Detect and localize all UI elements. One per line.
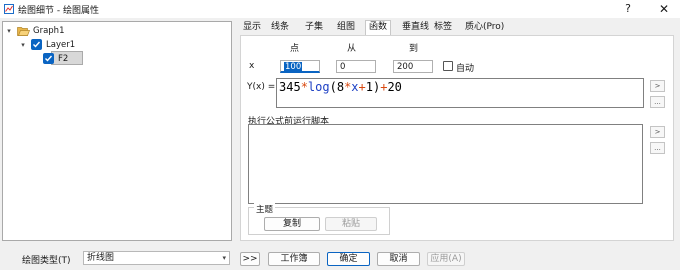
tab-group[interactable]: 组图 bbox=[334, 21, 358, 35]
tree-item-graph1[interactable]: ▾ Graph1 bbox=[5, 24, 125, 38]
tab-display[interactable]: 显示 bbox=[240, 21, 264, 35]
theme-label: 主题 bbox=[254, 203, 276, 215]
plot-tree[interactable]: ▾ Graph1 ▾ Layer1 F2 bbox=[2, 21, 232, 241]
tab-centroid[interactable]: 质心(Pro) bbox=[462, 21, 507, 35]
tree-item-layer1[interactable]: ▾ Layer1 bbox=[19, 38, 139, 52]
collapse-icon[interactable]: ▾ bbox=[19, 41, 27, 49]
formula-more-button[interactable]: > bbox=[650, 80, 665, 92]
tab-function[interactable]: 函数 bbox=[365, 20, 392, 35]
to-input[interactable]: 200 bbox=[393, 60, 433, 73]
close-button[interactable]: ✕ bbox=[656, 1, 672, 17]
tree-item-label: Graph1 bbox=[33, 26, 65, 36]
plot-type-label: 绘图类型(T) bbox=[22, 256, 71, 266]
tab-strip: 显示 线条 子集 组图 函数 垂直线 标签 质心(Pro) bbox=[240, 20, 674, 35]
formula-options-button[interactable]: ... bbox=[650, 96, 665, 108]
formula-editor[interactable]: 345*log(8*x+1)+20 bbox=[276, 78, 644, 108]
from-input[interactable]: 0 bbox=[336, 60, 376, 73]
tab-line[interactable]: 线条 bbox=[268, 21, 292, 35]
checkbox-checked-icon[interactable] bbox=[43, 53, 54, 64]
app-icon bbox=[4, 4, 14, 14]
tree-item-label: Layer1 bbox=[46, 40, 76, 50]
tree-item-label: F2 bbox=[58, 54, 69, 64]
formula-part: (8 bbox=[329, 80, 345, 94]
y-label: Y(x) = bbox=[247, 82, 276, 92]
auto-label: 自动 bbox=[456, 64, 475, 74]
script-more-button[interactable]: > bbox=[650, 126, 665, 138]
cancel-button[interactable]: 取消 bbox=[377, 252, 420, 266]
formula-op: + bbox=[358, 80, 366, 94]
to-header: 到 bbox=[409, 44, 419, 54]
formula-part: 1) bbox=[365, 80, 381, 94]
checkbox-checked-icon[interactable] bbox=[31, 39, 42, 50]
copy-button[interactable]: 复制 bbox=[264, 217, 320, 231]
collapse-icon[interactable]: ▾ bbox=[5, 27, 13, 35]
apply-button[interactable]: 应用(A) bbox=[427, 252, 465, 266]
plot-type-value: 折线图 bbox=[87, 253, 115, 263]
workbook-button[interactable]: 工作簿 bbox=[268, 252, 320, 266]
formula-num: 345 bbox=[279, 80, 301, 94]
tab-subset[interactable]: 子集 bbox=[302, 21, 326, 35]
paste-button[interactable]: 粘贴 bbox=[325, 217, 377, 231]
points-header: 点 bbox=[290, 44, 300, 54]
auto-checkbox[interactable] bbox=[443, 61, 453, 71]
help-button[interactable]: ? bbox=[620, 1, 636, 17]
formula-part: 20 bbox=[387, 80, 402, 94]
plot-type-select[interactable]: 折线图 ▾ bbox=[83, 251, 230, 265]
tree-item-f2[interactable]: F2 bbox=[43, 52, 103, 66]
window-title: 绘图细节 - 绘图属性 bbox=[18, 6, 99, 16]
points-input[interactable]: 100 bbox=[280, 60, 320, 73]
tab-drop-lines[interactable]: 垂直线 bbox=[399, 21, 432, 35]
formula-text: 345*log(8*x+1)+20 bbox=[279, 80, 402, 94]
chevron-down-icon: ▾ bbox=[222, 254, 226, 262]
tab-labels[interactable]: 标签 bbox=[431, 21, 455, 35]
points-value: 100 bbox=[284, 62, 303, 72]
formula-op: * bbox=[300, 80, 308, 94]
script-options-button[interactable]: ... bbox=[650, 142, 665, 154]
formula-function: log bbox=[307, 80, 330, 94]
from-header: 从 bbox=[347, 44, 357, 54]
expand-button[interactable]: >> bbox=[240, 252, 260, 266]
script-editor[interactable] bbox=[248, 124, 643, 204]
formula-variable: x bbox=[351, 80, 359, 94]
folder-open-icon bbox=[17, 26, 31, 36]
x-label: x bbox=[249, 61, 255, 71]
title-bar bbox=[0, 0, 680, 18]
ok-button[interactable]: 确定 bbox=[327, 252, 370, 266]
